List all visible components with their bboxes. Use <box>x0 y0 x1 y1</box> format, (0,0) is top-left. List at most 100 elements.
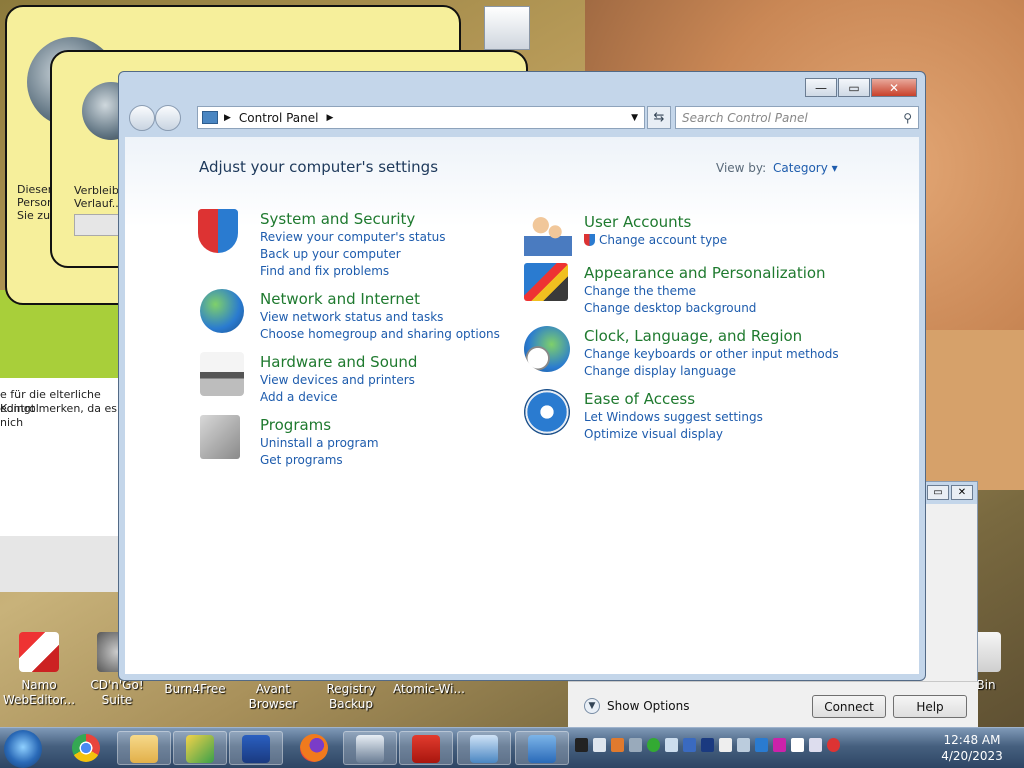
taskbar-remote-desktop[interactable] <box>457 731 511 765</box>
firefox-icon <box>300 734 328 762</box>
view-by-dropdown[interactable]: Category ▾ <box>773 161 838 175</box>
mail-icon[interactable] <box>484 6 530 50</box>
tray-icon[interactable] <box>575 738 588 752</box>
desktop-icon-label: Atomic-Wi... <box>393 682 465 696</box>
back-button[interactable] <box>129 105 155 131</box>
flag-icon[interactable] <box>791 738 804 752</box>
programs-icon <box>200 415 240 459</box>
category-title[interactable]: Hardware and Sound <box>260 352 417 372</box>
category-system-security: System and Security Review your computer… <box>198 209 446 280</box>
start-button[interactable] <box>4 730 42 768</box>
namo-icon <box>19 632 59 672</box>
category-link[interactable]: View network status and tasks <box>260 309 500 326</box>
category-link[interactable]: View devices and printers <box>260 372 417 389</box>
tray-icon[interactable] <box>719 738 732 752</box>
taskbar-chrome[interactable] <box>59 731 113 765</box>
address-dropdown-icon[interactable]: ▼ <box>631 113 638 123</box>
taskbar-avant[interactable] <box>229 731 283 765</box>
navigation-bar: ▶ Control Panel ▶ ▼ ⇆ Search Control Pan… <box>127 104 919 132</box>
search-input[interactable]: Search Control Panel ⚲ <box>675 106 919 129</box>
category-link[interactable]: Add a device <box>260 389 417 406</box>
refresh-button[interactable]: ⇆ <box>647 106 671 129</box>
category-link[interactable]: Choose homegroup and sharing options <box>260 326 500 343</box>
breadcrumb-control-panel[interactable]: Control Panel <box>239 111 319 125</box>
network-icon[interactable] <box>809 738 822 752</box>
background-window-white: e für die elterliche Kontrol edingt merk… <box>0 378 122 536</box>
chevron-right-icon[interactable]: ▶ <box>224 113 231 123</box>
category-link[interactable]: Uninstall a program <box>260 435 379 452</box>
show-options-label: Show Options <box>607 699 690 713</box>
category-link[interactable]: Change desktop background <box>584 300 826 317</box>
category-ease-of-access: Ease of Access Let Windows suggest setti… <box>524 389 763 443</box>
search-icon[interactable]: ⚲ <box>903 111 912 125</box>
category-link[interactable]: Back up your computer <box>260 246 446 263</box>
category-title[interactable]: Appearance and Personalization <box>584 263 826 283</box>
category-title[interactable]: User Accounts <box>584 212 727 232</box>
category-link[interactable]: Change display language <box>584 363 839 380</box>
remote-desktop-icon <box>470 735 498 763</box>
printer-icon <box>200 352 244 396</box>
desktop-icon-burn4free[interactable]: Burn4Free <box>156 682 234 697</box>
desktop-icon-label: Avant Browser <box>248 682 298 711</box>
category-title[interactable]: Programs <box>260 415 379 435</box>
users-icon <box>524 212 572 256</box>
category-link[interactable]: Let Windows suggest settings <box>584 409 763 426</box>
system-tray <box>575 738 840 752</box>
clock[interactable]: 12:48 AM 4/20/2023 <box>940 732 1004 764</box>
view-by-label: View by: <box>716 161 767 175</box>
forward-button[interactable] <box>155 105 181 131</box>
tray-icon[interactable] <box>773 738 786 752</box>
category-link[interactable]: Change keyboards or other input methods <box>584 346 839 363</box>
tray-icon[interactable] <box>701 738 714 752</box>
tray-icon[interactable] <box>665 738 678 752</box>
chevron-right-icon[interactable]: ▶ <box>327 113 334 123</box>
control-panel-icon <box>528 735 556 763</box>
control-panel-window[interactable]: — ▭ ✕ ▶ Control Panel ▶ ▼ ⇆ Search Contr… <box>118 71 926 681</box>
tray-icon[interactable] <box>683 738 696 752</box>
category-title[interactable]: Clock, Language, and Region <box>584 326 839 346</box>
close-icon[interactable]: ✕ <box>951 485 973 500</box>
taskbar-app[interactable] <box>173 731 227 765</box>
desktop-icon-atomic[interactable]: Atomic-Wi... <box>390 682 468 697</box>
taskbar-control-panel[interactable] <box>515 731 569 765</box>
taskbar-explorer[interactable] <box>117 731 171 765</box>
connect-button[interactable]: Connect <box>812 695 886 718</box>
desktop-icon-avant[interactable]: Avant Browser <box>234 682 312 712</box>
desktop-icon-label: Registry Backup <box>326 682 376 711</box>
category-appearance: Appearance and Personalization Change th… <box>524 263 826 317</box>
category-title[interactable]: System and Security <box>260 209 446 229</box>
volume-muted-icon[interactable] <box>827 738 840 752</box>
maximize-button[interactable]: ▭ <box>838 78 870 97</box>
category-link[interactable]: Find and fix problems <box>260 263 446 280</box>
help-button[interactable]: Help <box>893 695 967 718</box>
category-link[interactable]: Review your computer's status <box>260 229 446 246</box>
tray-icon[interactable] <box>593 738 606 752</box>
category-title[interactable]: Ease of Access <box>584 389 763 409</box>
tray-icon[interactable] <box>629 738 642 752</box>
address-bar[interactable]: ▶ Control Panel ▶ ▼ <box>197 106 645 129</box>
tray-icon[interactable] <box>647 738 660 752</box>
desktop-icon-namo[interactable]: Namo WebEditor... <box>0 632 78 708</box>
close-button[interactable]: ✕ <box>871 78 917 97</box>
tray-icon[interactable] <box>737 738 750 752</box>
category-title[interactable]: Network and Internet <box>260 289 500 309</box>
show-options-toggle[interactable]: ▼ Show Options <box>584 698 690 714</box>
taskbar-app3[interactable] <box>399 731 453 765</box>
restore-icon[interactable]: ▭ <box>927 485 949 500</box>
taskbar-firefox[interactable] <box>287 731 341 765</box>
appearance-icon <box>524 263 568 301</box>
category-link: Change account type <box>599 233 728 247</box>
minimize-button[interactable]: — <box>805 78 837 97</box>
tray-icon[interactable] <box>755 738 768 752</box>
control-panel-content: Adjust your computer's settings View by:… <box>125 137 919 674</box>
category-link[interactable]: Get programs <box>260 452 379 469</box>
page-title: Adjust your computer's settings <box>199 158 439 176</box>
category-link[interactable]: Optimize visual display <box>584 426 763 443</box>
tray-icon[interactable] <box>611 738 624 752</box>
search-placeholder: Search Control Panel <box>682 110 808 125</box>
category-link-change-account-type[interactable]: Change account type <box>584 232 727 249</box>
taskbar-app2[interactable] <box>343 731 397 765</box>
category-link[interactable]: Change the theme <box>584 283 826 300</box>
desktop-wallpaper-right <box>920 330 1024 490</box>
desktop-icon-registry-backup[interactable]: Registry Backup <box>312 682 390 712</box>
